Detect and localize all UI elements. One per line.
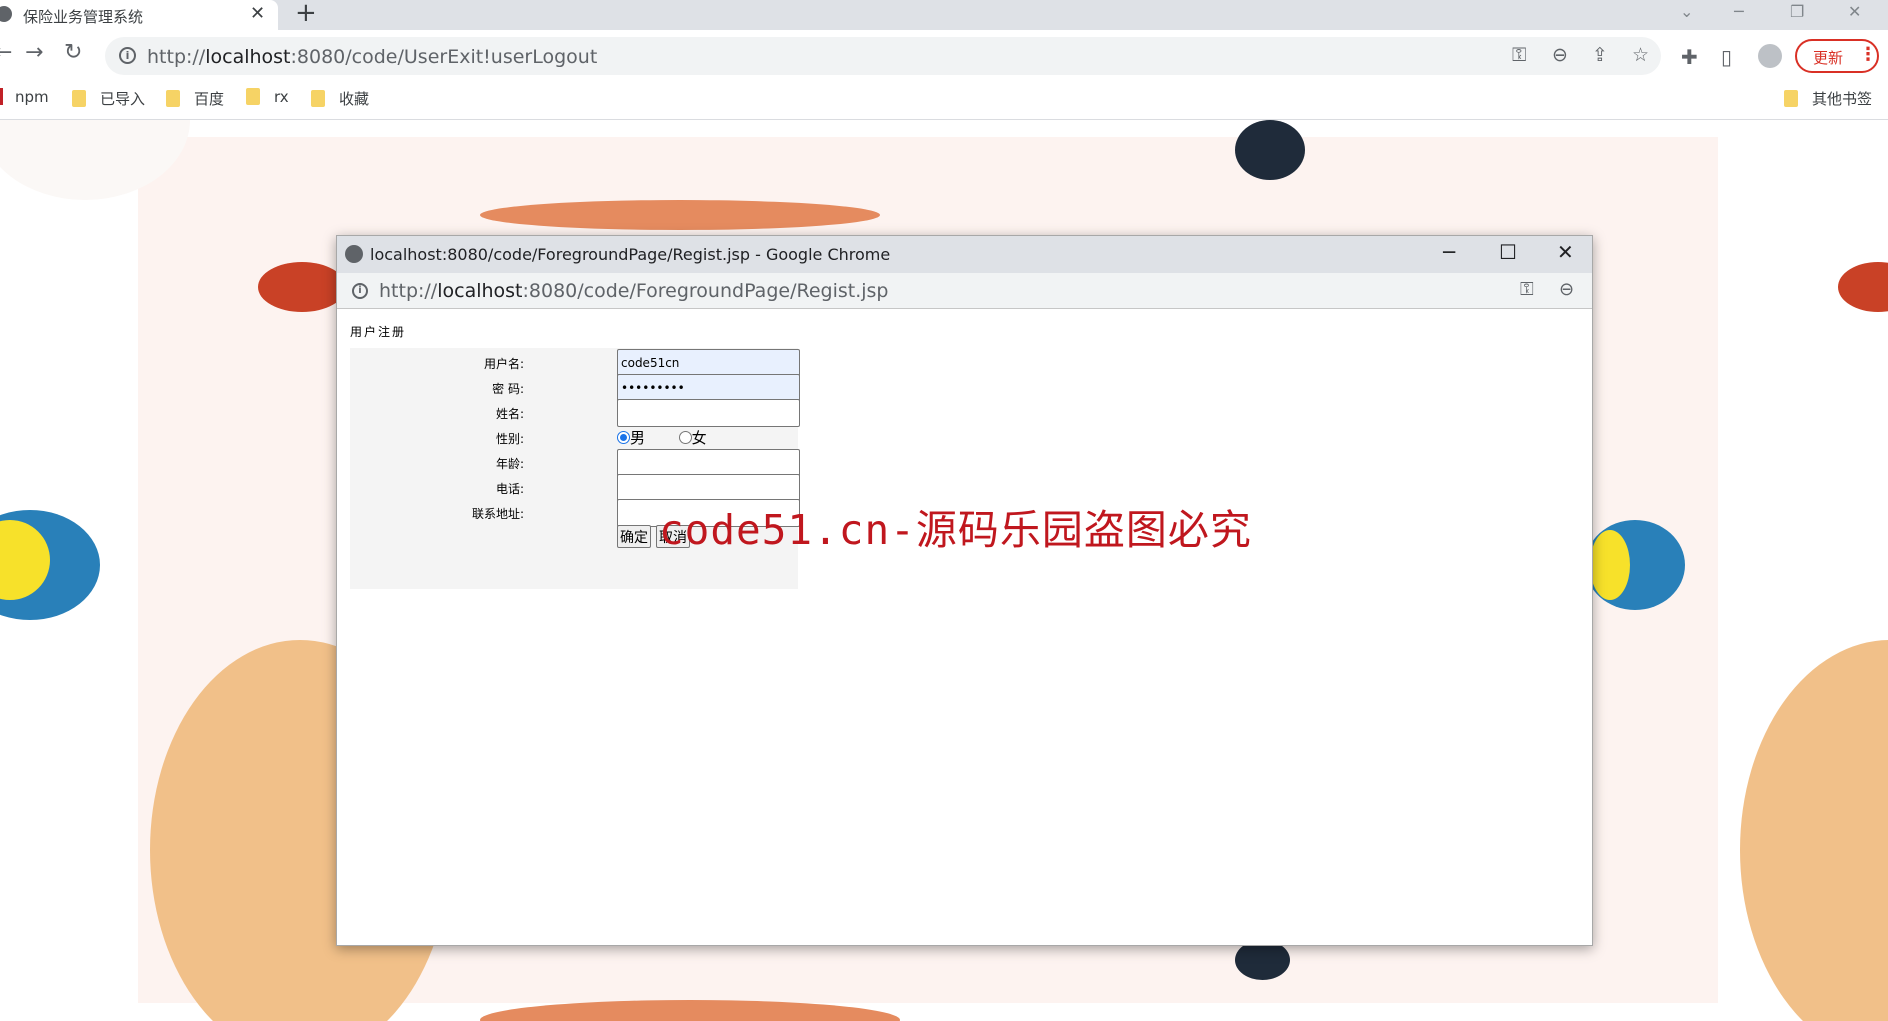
age-label: 年龄: xyxy=(495,457,524,471)
reload-icon[interactable]: ↻ xyxy=(64,40,82,65)
update-button[interactable]: 更新 ⋮ xyxy=(1795,39,1879,73)
bg-figure-top xyxy=(1235,120,1305,180)
submit-button[interactable]: 确定 xyxy=(617,525,651,548)
back-icon[interactable]: ← xyxy=(0,40,12,65)
active-tab[interactable]: 保险业务管理系统 ✕ xyxy=(0,0,278,30)
bookmark-star-icon[interactable]: ☆ xyxy=(1632,44,1649,66)
phone-label: 电话: xyxy=(495,482,524,496)
bg-title-art-bottom xyxy=(480,1000,900,1021)
name-label: 姓名: xyxy=(495,407,524,421)
profile-avatar[interactable] xyxy=(1758,44,1782,68)
bookmark-folder-other[interactable]: 其他书签 xyxy=(1784,88,1872,109)
bg-figure-bottom xyxy=(1235,940,1290,980)
tab-title: 保险业务管理系统 xyxy=(23,8,144,26)
username-input[interactable] xyxy=(617,349,800,377)
watermark-text: code51.cn-源码乐园盗图必究 xyxy=(659,506,1252,554)
address-bar[interactable]: i http://localhost:8080/code/UserExit!us… xyxy=(105,37,1661,75)
popup-window-title: localhost:8080/code/ForegroundPage/Regis… xyxy=(370,245,891,264)
gender-female-radio[interactable] xyxy=(678,431,692,444)
popup-url-text: http://localhost:8080/code/ForegroundPag… xyxy=(379,280,889,302)
gender-label: 性别: xyxy=(495,432,524,446)
gender-male-radio[interactable] xyxy=(617,431,630,444)
minimize-window-icon[interactable]: ─ xyxy=(1734,2,1744,21)
tab-strip: 保险业务管理系统 ✕ + ⌄ ─ ❐ ✕ xyxy=(0,0,1888,30)
bg-title-art xyxy=(480,200,880,230)
extensions-icon[interactable]: ✚ xyxy=(1681,45,1698,69)
zoom-icon[interactable]: ⊖ xyxy=(1552,44,1568,66)
popup-close-icon[interactable]: ✕ xyxy=(1557,240,1574,264)
popup-minimize-icon[interactable]: ─ xyxy=(1443,240,1455,264)
url-text[interactable]: http://localhost:8080/code/UserExit!user… xyxy=(147,46,597,68)
tab-search-icon[interactable]: ⌄ xyxy=(1680,2,1693,21)
gender-female-label[interactable]: 女 xyxy=(692,429,707,447)
bookmark-npm[interactable]: npm xyxy=(0,88,49,106)
speech-bubble-left xyxy=(258,262,346,312)
site-info-icon[interactable]: i xyxy=(119,47,136,64)
forward-icon[interactable]: → xyxy=(25,40,43,65)
folder-icon xyxy=(311,90,325,107)
npm-icon xyxy=(0,88,3,105)
browser-toolbar: ← → ↻ i http://localhost:8080/code/UserE… xyxy=(0,30,1888,82)
popup-window: localhost:8080/code/ForegroundPage/Regis… xyxy=(336,235,1593,946)
bookmark-folder-favorites[interactable]: 收藏 xyxy=(311,88,369,109)
bg-cloud-yellow-right xyxy=(1590,530,1630,600)
bg-shape-right xyxy=(1740,640,1888,1021)
popup-titlebar[interactable]: localhost:8080/code/ForegroundPage/Regis… xyxy=(337,236,1592,273)
password-input[interactable] xyxy=(617,374,800,402)
site-info-icon[interactable]: i xyxy=(352,283,368,299)
side-panel-icon[interactable]: ▯ xyxy=(1721,45,1732,69)
age-input[interactable] xyxy=(617,449,800,477)
folder-icon xyxy=(166,90,180,107)
gender-radio-group: 男 女 xyxy=(617,427,707,447)
restore-window-icon[interactable]: ❐ xyxy=(1790,2,1804,21)
folder-icon xyxy=(72,90,86,107)
speech-bubble-right xyxy=(1838,262,1888,312)
popup-page-content: 用户注册 用户名: 密 码: 姓名: 性别: 男 女 年龄: 电话: 联系地址:… xyxy=(337,309,1592,945)
folder-icon xyxy=(246,88,260,105)
gender-male-label[interactable]: 男 xyxy=(630,429,645,447)
password-label: 密 码: xyxy=(492,382,524,396)
close-window-icon[interactable]: ✕ xyxy=(1848,2,1861,21)
bookmark-folder-imported[interactable]: 已导入 xyxy=(72,88,145,109)
bookmark-folder-rx[interactable]: rx xyxy=(246,88,289,106)
zoom-icon[interactable]: ⊖ xyxy=(1559,279,1574,300)
address-label: 联系地址: xyxy=(471,507,524,521)
popup-maximize-icon[interactable]: ☐ xyxy=(1499,240,1517,264)
share-icon[interactable]: ⇪ xyxy=(1592,44,1608,66)
menu-dots-icon: ⋮ xyxy=(1859,44,1877,65)
password-key-icon[interactable]: ⚿ xyxy=(1512,44,1526,66)
bookmarks-bar: npm 已导入 百度 rx 收藏 其他书签 xyxy=(0,82,1888,120)
folder-icon xyxy=(1784,90,1798,107)
username-label: 用户名: xyxy=(483,357,524,371)
form-heading: 用户注册 xyxy=(350,325,407,339)
password-key-icon[interactable]: ⚿ xyxy=(1520,279,1534,300)
new-tab-button[interactable]: + xyxy=(295,0,317,26)
close-tab-icon[interactable]: ✕ xyxy=(250,3,265,24)
globe-icon xyxy=(345,245,363,263)
bookmark-folder-baidu[interactable]: 百度 xyxy=(166,88,224,109)
popup-address-bar[interactable]: i http://localhost:8080/code/ForegroundP… xyxy=(337,273,1592,309)
globe-icon xyxy=(0,6,12,22)
name-input[interactable] xyxy=(617,399,800,427)
